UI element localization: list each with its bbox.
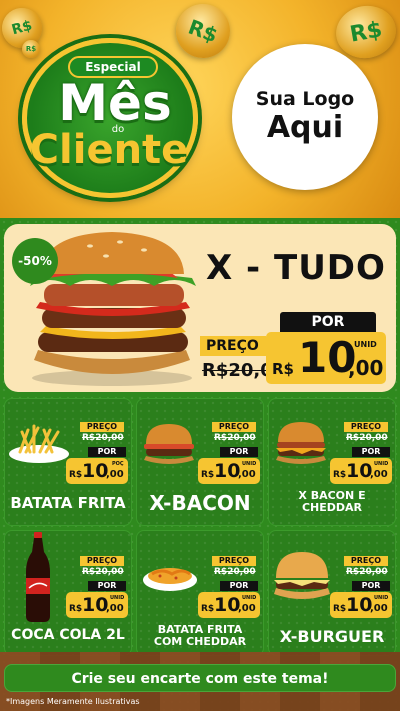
unit-label: UNID bbox=[242, 461, 257, 467]
currency: R$ bbox=[69, 470, 83, 480]
product-name: BATATA FRITA COM CHEDDAR bbox=[153, 623, 247, 649]
por-label: POR bbox=[220, 447, 258, 457]
featured-preco-label: PREÇO bbox=[200, 336, 266, 356]
product-name: BATATA FRITA bbox=[10, 494, 126, 512]
preco-label: PREÇO bbox=[212, 422, 256, 432]
old-price: R$20,00 bbox=[346, 567, 388, 577]
preco-label: PREÇO bbox=[212, 556, 256, 566]
featured-currency: R$ bbox=[272, 360, 294, 378]
featured-price-decimal: ,00 bbox=[348, 356, 384, 380]
old-price: R$20,00 bbox=[214, 433, 256, 443]
por-label: POR bbox=[352, 581, 390, 591]
price-decimal: ,00 bbox=[370, 603, 388, 614]
featured-price-box: R$ 10 ,00 UNID bbox=[266, 332, 386, 384]
currency: R$ bbox=[201, 604, 215, 614]
product-name: X-BURGUER bbox=[279, 627, 385, 646]
currency: R$ bbox=[201, 470, 215, 480]
featured-unit-label: UNID bbox=[354, 340, 377, 349]
unit-label: POÇ bbox=[112, 461, 124, 467]
discount-badge: -50% bbox=[12, 238, 58, 284]
burger-image bbox=[274, 552, 330, 599]
logo-line-2: Aqui bbox=[266, 110, 344, 145]
old-price: R$20,00 bbox=[82, 433, 124, 443]
price-box: R$ 10 ,00 UNID bbox=[330, 458, 392, 484]
disclaimer-note: *Imagens Meramente Ilustrativas bbox=[6, 697, 140, 706]
coin-icon: R$ bbox=[22, 40, 40, 58]
logo-placeholder: Sua Logo Aqui bbox=[232, 44, 378, 190]
old-price: R$20,00 bbox=[346, 433, 388, 443]
price-integer: 10 bbox=[82, 594, 109, 616]
currency: R$ bbox=[333, 470, 347, 480]
emblem-cliente: Cliente bbox=[29, 127, 189, 173]
burger-image bbox=[144, 424, 194, 464]
old-price: R$20,00 bbox=[82, 567, 124, 577]
currency: R$ bbox=[69, 604, 83, 614]
featured-por-label: POR bbox=[280, 312, 376, 332]
unit-label: UNID bbox=[110, 595, 125, 601]
por-label: POR bbox=[352, 447, 390, 457]
coca-cola-bottle-image bbox=[26, 532, 50, 622]
price-box: R$ 10 ,00 POÇ bbox=[66, 458, 128, 484]
price-decimal: ,00 bbox=[370, 469, 388, 480]
unit-label: UNID bbox=[374, 595, 389, 601]
price-decimal: ,00 bbox=[238, 469, 256, 480]
por-label: POR bbox=[88, 447, 126, 457]
price-box: R$ 10 ,00 UNID bbox=[330, 592, 392, 618]
preco-label: PREÇO bbox=[80, 556, 124, 566]
fries-cheddar-image bbox=[143, 568, 197, 591]
por-label: POR bbox=[88, 581, 126, 591]
unit-label: UNID bbox=[374, 461, 389, 467]
old-price: R$20,00 bbox=[214, 567, 256, 577]
emblem-mes: Mês bbox=[58, 74, 172, 132]
preco-label: PREÇO bbox=[344, 422, 388, 432]
price-integer: 10 bbox=[82, 460, 109, 482]
price-integer: 10 bbox=[346, 460, 373, 482]
price-integer: 10 bbox=[214, 460, 241, 482]
por-label: POR bbox=[220, 581, 258, 591]
price-box: R$ 10 ,00 UNID bbox=[198, 592, 260, 618]
price-decimal: ,00 bbox=[106, 603, 124, 614]
price-box: R$ 10 ,00 UNID bbox=[198, 458, 260, 484]
price-integer: 10 bbox=[346, 594, 373, 616]
price-decimal: ,00 bbox=[238, 603, 256, 614]
burger-image bbox=[276, 422, 326, 464]
logo-line-1: Sua Logo bbox=[255, 88, 355, 110]
price-box: R$ 10 ,00 UNID bbox=[66, 592, 128, 618]
fries-image bbox=[9, 424, 69, 463]
preco-label: PREÇO bbox=[344, 556, 388, 566]
currency: R$ bbox=[333, 604, 347, 614]
product-name: X-BACON bbox=[149, 491, 251, 515]
cta-banner[interactable]: Crie seu encarte com este tema! bbox=[4, 664, 396, 692]
price-integer: 10 bbox=[214, 594, 241, 616]
product-name: X BACON E CHEDDAR bbox=[298, 489, 366, 515]
unit-label: UNID bbox=[242, 595, 257, 601]
product-name: COCA COLA 2L bbox=[11, 627, 125, 643]
price-decimal: ,00 bbox=[106, 469, 124, 480]
featured-title: X - TUDO bbox=[206, 248, 386, 288]
preco-label: PREÇO bbox=[80, 422, 124, 432]
